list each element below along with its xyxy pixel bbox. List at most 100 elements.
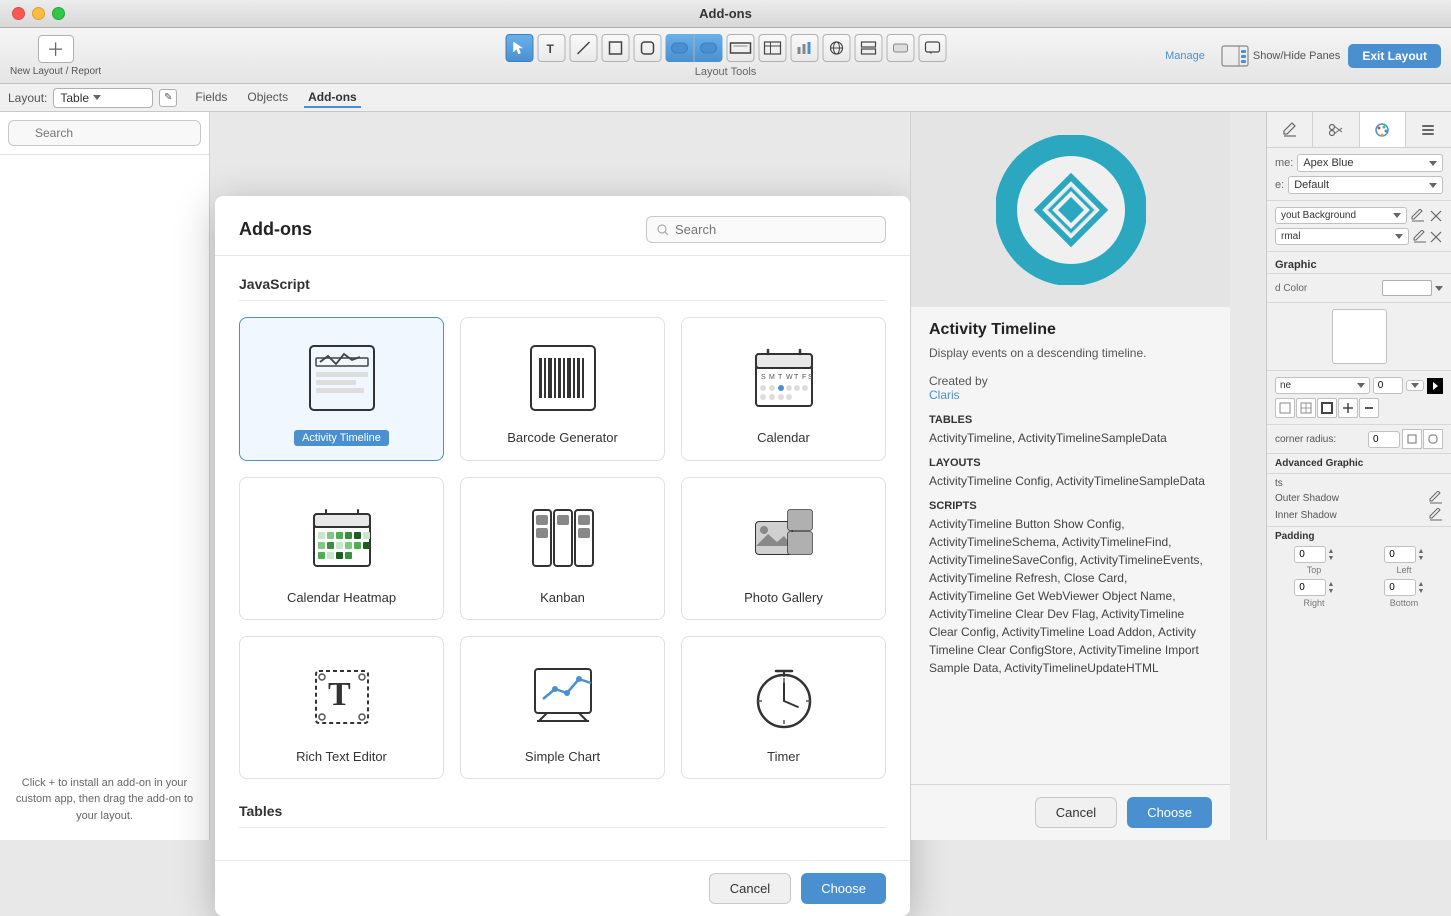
modal-search-icon: [657, 224, 669, 236]
field-tool[interactable]: [726, 34, 754, 62]
svg-text:F: F: [802, 374, 806, 381]
addon-card-activity-timeline[interactable]: Activity Timeline: [239, 317, 444, 461]
tab-objects[interactable]: Objects: [243, 88, 292, 108]
fill-close-icon[interactable]: [1429, 230, 1443, 244]
padding-right-input[interactable]: [1294, 579, 1326, 596]
props-tool-palette[interactable]: [1360, 112, 1406, 147]
line-color-select[interactable]: [1406, 380, 1424, 391]
show-hide-panes[interactable]: Show/Hide Panes: [1221, 45, 1340, 67]
addon-card-kanban[interactable]: Kanban: [460, 477, 665, 620]
padding-left-area: ▲ ▼ Left: [1365, 546, 1443, 575]
tab-addons[interactable]: Add-ons: [304, 88, 361, 108]
layout-edit-button[interactable]: ✎: [159, 89, 177, 107]
layout-select[interactable]: Table: [53, 88, 153, 108]
props-fill-select[interactable]: rmal: [1275, 228, 1409, 245]
props-background-select[interactable]: yout Background: [1275, 207, 1407, 224]
props-tool-pen[interactable]: [1267, 112, 1313, 147]
fill-color-swatch[interactable]: [1382, 280, 1432, 296]
addon-card-photo-gallery[interactable]: Photo Gallery: [681, 477, 886, 620]
photo-gallery-icon: [744, 498, 824, 578]
props-tool-scissors[interactable]: [1313, 112, 1359, 147]
addon-card-timer[interactable]: Timer: [681, 636, 886, 779]
props-graphic-label: Graphic: [1275, 259, 1317, 271]
svg-text:T: T: [794, 374, 799, 381]
props-graphic-section: Graphic: [1267, 252, 1451, 274]
padding-bottom-input[interactable]: [1384, 579, 1416, 596]
props-line-row: ne: [1275, 377, 1443, 394]
corner-square-btn[interactable]: [1402, 429, 1422, 449]
padding-top-down[interactable]: ▼: [1328, 555, 1335, 562]
popover-tool[interactable]: [918, 34, 946, 62]
detail-content: Activity Timeline Display events on a de…: [911, 307, 1230, 784]
web-viewer-tool[interactable]: [822, 34, 850, 62]
detail-choose-button[interactable]: Choose: [1127, 797, 1212, 828]
javascript-section-header: JavaScript: [239, 276, 886, 301]
modal-search[interactable]: [646, 216, 886, 243]
addon-card-calendar-heatmap[interactable]: Calendar Heatmap: [239, 477, 444, 620]
border-outer-btn[interactable]: [1317, 398, 1337, 418]
inner-shadow-edit-icon[interactable]: [1429, 508, 1443, 522]
line-color-swatch[interactable]: [1427, 378, 1443, 394]
choose-button[interactable]: Choose: [801, 873, 886, 904]
edit-icon[interactable]: [1411, 209, 1425, 223]
table-tool[interactable]: [758, 34, 786, 62]
seg-btn-2[interactable]: [694, 34, 722, 62]
close-small-icon[interactable]: [1429, 209, 1443, 223]
addon-card-barcode[interactable]: Barcode Generator: [460, 317, 665, 461]
line-width-input[interactable]: [1373, 377, 1403, 394]
props-line-section: ne: [1267, 371, 1451, 425]
props-tool-list[interactable]: [1406, 112, 1451, 147]
padding-top-input[interactable]: [1294, 546, 1326, 563]
addon-card-calendar[interactable]: S M T W T F S: [681, 317, 886, 461]
minimize-button[interactable]: [32, 7, 45, 20]
tab-fields[interactable]: Fields: [191, 88, 231, 108]
detail-cancel-button[interactable]: Cancel: [1035, 797, 1117, 828]
addons-modal: Add-ons JavaScript: [215, 196, 910, 916]
sidebar-search-input[interactable]: [8, 120, 201, 146]
border-style-group: [1275, 398, 1379, 418]
detail-created-by-link[interactable]: Claris: [929, 388, 1212, 402]
modal-search-input[interactable]: [675, 222, 875, 237]
padding-right-up[interactable]: ▲: [1328, 581, 1335, 588]
seg-btn-1[interactable]: [665, 34, 693, 62]
new-layout-button[interactable]: ＋ New Layout / Report: [10, 35, 101, 77]
padding-top-up[interactable]: ▲: [1328, 548, 1335, 555]
line-tool[interactable]: [569, 34, 597, 62]
border-all-btn[interactable]: [1296, 398, 1316, 418]
padding-right-down[interactable]: ▼: [1328, 588, 1335, 595]
props-fill-color-section: d Color: [1267, 274, 1451, 303]
padding-left-input[interactable]: [1384, 546, 1416, 563]
addon-card-simple-chart[interactable]: Simple Chart: [460, 636, 665, 779]
fill-edit-icon[interactable]: [1413, 230, 1427, 244]
manage-button[interactable]: Manage: [1157, 46, 1213, 66]
addon-card-rich-text[interactable]: T Rich Text Editor: [239, 636, 444, 779]
calendar-heatmap-label-wrap: Calendar Heatmap: [256, 590, 427, 605]
outer-shadow-edit-icon[interactable]: [1429, 491, 1443, 505]
padding-bottom-down[interactable]: ▼: [1418, 588, 1425, 595]
border-minus-btn[interactable]: [1359, 398, 1379, 418]
border-inner-btn[interactable]: [1338, 398, 1358, 418]
corner-round-btn[interactable]: [1423, 429, 1443, 449]
arrow-tool[interactable]: [505, 34, 533, 62]
props-style-select[interactable]: Default: [1288, 176, 1443, 194]
padding-left-down[interactable]: ▼: [1418, 555, 1425, 562]
border-none-btn[interactable]: [1275, 398, 1295, 418]
exit-layout-button[interactable]: Exit Layout: [1348, 44, 1441, 68]
inner-shadow-label: Inner Shadow: [1275, 510, 1337, 521]
props-line-select[interactable]: ne: [1275, 377, 1370, 394]
button-tool[interactable]: [886, 34, 914, 62]
close-button[interactable]: [12, 7, 25, 20]
corner-radius-input[interactable]: [1368, 431, 1400, 448]
kanban-label: Kanban: [540, 590, 585, 605]
padding-left-up[interactable]: ▲: [1418, 548, 1425, 555]
cancel-button[interactable]: Cancel: [709, 873, 791, 904]
props-theme-select[interactable]: Apex Blue: [1297, 154, 1443, 172]
padding-bottom-up[interactable]: ▲: [1418, 581, 1425, 588]
text-tool[interactable]: T: [537, 34, 565, 62]
svg-text:S: S: [808, 374, 813, 381]
rounded-rect-tool[interactable]: [633, 34, 661, 62]
chart-tool[interactable]: [790, 34, 818, 62]
rectangle-tool[interactable]: [601, 34, 629, 62]
maximize-button[interactable]: [52, 7, 65, 20]
portal-tool[interactable]: [854, 34, 882, 62]
